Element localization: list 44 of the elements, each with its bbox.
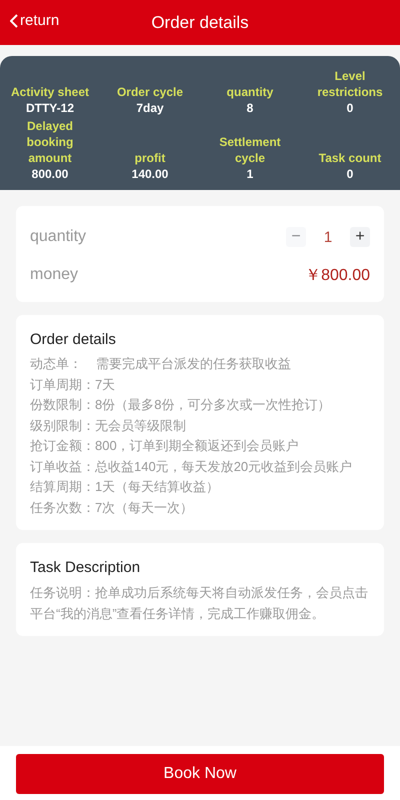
money-label: money xyxy=(30,266,78,284)
stat-value: 1 xyxy=(246,166,254,182)
detail-label: 抢订金额： xyxy=(30,438,95,453)
section-title: Order details xyxy=(30,331,117,348)
back-icon xyxy=(10,14,18,28)
detail-label: 订单周期： xyxy=(30,376,95,392)
detail-label: 订单收益： xyxy=(30,458,95,474)
stat-label: Task count xyxy=(318,150,382,166)
stat-value: 7day xyxy=(136,100,164,116)
return-link[interactable]: return xyxy=(10,12,60,29)
detail-label: 动态单： xyxy=(30,356,82,371)
stat-label: Level restrictions xyxy=(316,68,384,100)
detail-label: 份数限制： xyxy=(30,397,95,412)
stat-value: 0 xyxy=(346,100,354,116)
detail-label: 结算周期： xyxy=(30,479,95,494)
stat-value: 800.00 xyxy=(32,166,68,182)
stat-label: profit xyxy=(134,150,166,166)
stat-value: 8 xyxy=(246,100,254,116)
detail-value: 800，订单到期全额返还到会员账户 xyxy=(95,438,299,453)
stat-label: Activity sheet xyxy=(10,84,90,100)
money-value: ￥800.00 xyxy=(305,266,370,286)
quantity-value: 1 xyxy=(322,228,334,246)
detail-label: 任务次数： xyxy=(30,500,95,514)
stat-label: Order cycle xyxy=(116,84,184,100)
detail-value: 7天 xyxy=(95,376,116,392)
stat-label: Settlement cycle xyxy=(218,134,282,166)
detail-value: 8份（最多8份，可分多次或一次性抢订） xyxy=(95,397,330,412)
detail-value: 7次（每天一次） xyxy=(95,500,194,514)
detail-value: 总收益140元，每天发放20元收益到会员账户 xyxy=(95,458,352,474)
detail-label: 级别限制： xyxy=(30,418,95,432)
detail-value: 需要完成平台派发的任务获取收益 xyxy=(96,356,291,371)
description-text: 任务说明：抢单成功后系统每天将自动派发任务，会员点击平台“我的消息”查看任务详情，完成工作赚取佣金。 xyxy=(30,584,369,623)
quantity-label: quantity xyxy=(30,228,86,246)
stat-value: DTTY-12 xyxy=(26,100,74,116)
stat-label: quantity xyxy=(226,84,274,100)
stat-value: 0 xyxy=(346,166,354,182)
detail-value: 1天（每天结算收益） xyxy=(95,479,220,494)
stat-value: 140.00 xyxy=(132,166,168,182)
detail-value: 无会员等级限制 xyxy=(95,418,186,432)
section-title: Task Description xyxy=(30,559,142,576)
page-title: Order details xyxy=(151,12,249,32)
increase-button[interactable]: + xyxy=(350,227,370,247)
book-now-button[interactable]: Book Now xyxy=(16,754,384,794)
stat-label: Delayed booking amount xyxy=(26,118,74,166)
